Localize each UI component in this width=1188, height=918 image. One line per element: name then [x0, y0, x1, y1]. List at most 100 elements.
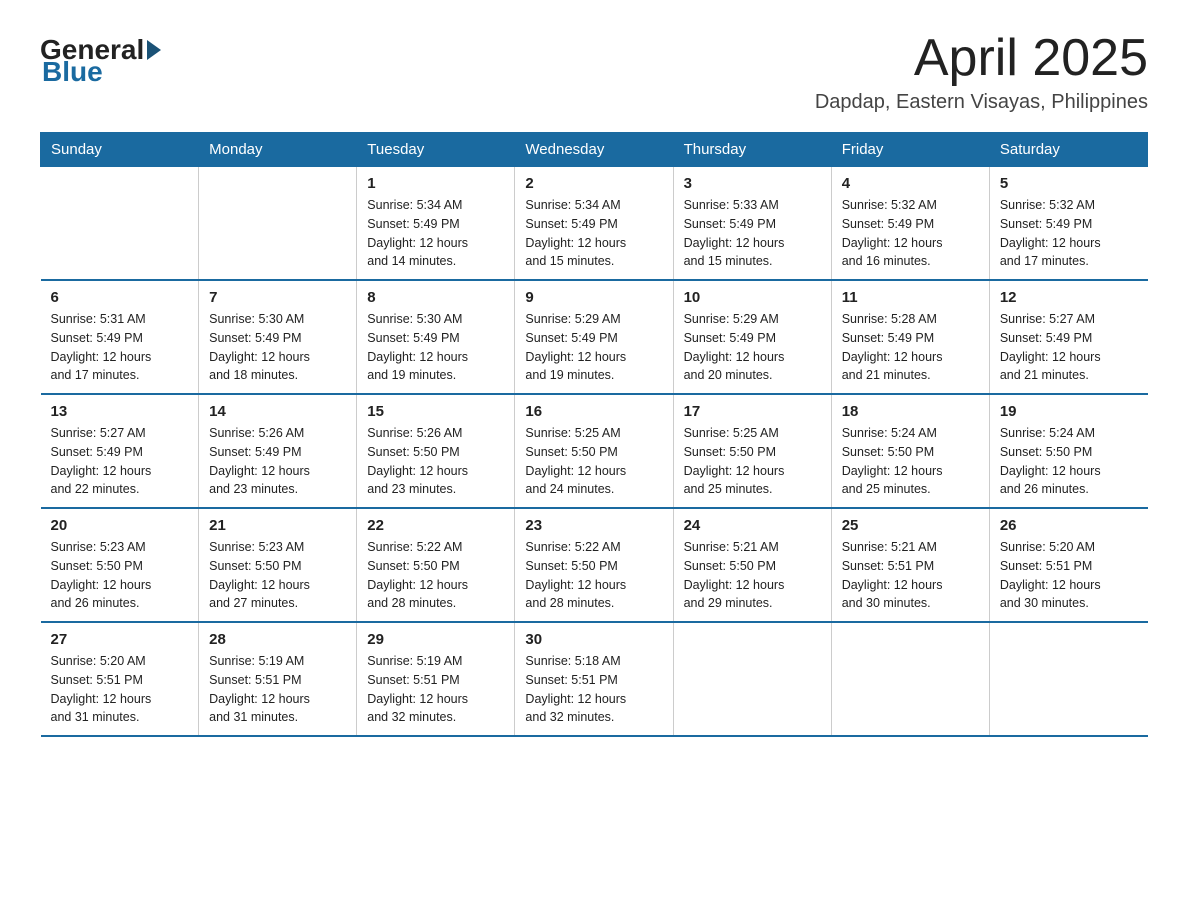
calendar-cell: 15 Sunrise: 5:26 AM Sunset: 5:50 PM Dayli… [357, 394, 515, 508]
day-info: Sunrise: 5:18 AM Sunset: 5:51 PM Dayligh… [525, 652, 662, 727]
calendar-cell: 26Sunrise: 5:20 AM Sunset: 5:51 PM Dayli… [989, 508, 1147, 622]
calendar-table: SundayMondayTuesdayWednesdayThursdayFrid… [40, 132, 1148, 737]
calendar-cell [673, 622, 831, 736]
day-number: 23 [525, 517, 662, 534]
day-info: Sunrise: 5:19 AM Sunset: 5:51 PM Dayligh… [367, 652, 504, 727]
calendar-cell: 30 Sunrise: 5:18 AM Sunset: 5:51 PM Dayli… [515, 622, 673, 736]
calendar-week-row: 13Sunrise: 5:27 AM Sunset: 5:49 PM Dayli… [41, 394, 1148, 508]
day-info: Sunrise: 5:24 AM Sunset: 5:50 PM Dayligh… [1000, 424, 1138, 499]
calendar-cell: 9 Sunrise: 5:29 AM Sunset: 5:49 PM Daylig… [515, 280, 673, 394]
calendar-cell: 18Sunrise: 5:24 AM Sunset: 5:50 PM Dayli… [831, 394, 989, 508]
page-header: General General Blue April 2025 Dapdap, … [40, 30, 1148, 114]
calendar-cell: 24Sunrise: 5:21 AM Sunset: 5:50 PM Dayli… [673, 508, 831, 622]
header-tuesday: Tuesday [357, 133, 515, 167]
calendar-cell [989, 622, 1147, 736]
day-number: 20 [51, 517, 189, 534]
calendar-week-row: 6Sunrise: 5:31 AM Sunset: 5:49 PM Daylig… [41, 280, 1148, 394]
calendar-cell: 3 Sunrise: 5:33 AM Sunset: 5:49 PM Daylig… [673, 167, 831, 281]
calendar-cell [41, 167, 199, 281]
logo: General General Blue [40, 40, 164, 88]
calendar-cell: 17 Sunrise: 5:25 AM Sunset: 5:50 PM Dayli… [673, 394, 831, 508]
day-info: Sunrise: 5:20 AM Sunset: 5:51 PM Dayligh… [51, 652, 189, 727]
day-number: 21 [209, 517, 346, 534]
header-friday: Friday [831, 133, 989, 167]
calendar-cell: 1Sunrise: 5:34 AM Sunset: 5:49 PM Daylig… [357, 167, 515, 281]
calendar-cell: 2 Sunrise: 5:34 AM Sunset: 5:49 PM Daylig… [515, 167, 673, 281]
day-number: 15 [367, 403, 504, 420]
header-saturday: Saturday [989, 133, 1147, 167]
calendar-cell: 20 Sunrise: 5:23 AM Sunset: 5:50 PM Dayli… [41, 508, 199, 622]
day-info: Sunrise: 5:25 AM Sunset: 5:50 PM Dayligh… [525, 424, 662, 499]
day-info: Sunrise: 5:23 AM Sunset: 5:50 PM Dayligh… [51, 538, 189, 613]
month-title: April 2025 [815, 30, 1148, 87]
day-info: Sunrise: 5:32 AM Sunset: 5:49 PM Dayligh… [842, 196, 979, 271]
day-info: Sunrise: 5:28 AM Sunset: 5:49 PM Dayligh… [842, 310, 979, 385]
day-info: Sunrise: 5:22 AM Sunset: 5:50 PM Dayligh… [367, 538, 504, 613]
header-monday: Monday [199, 133, 357, 167]
calendar-cell: 28Sunrise: 5:19 AM Sunset: 5:51 PM Dayli… [199, 622, 357, 736]
day-number: 9 [525, 289, 662, 306]
calendar-cell: 23 Sunrise: 5:22 AM Sunset: 5:50 PM Dayli… [515, 508, 673, 622]
calendar-cell: 27 Sunrise: 5:20 AM Sunset: 5:51 PM Dayli… [41, 622, 199, 736]
logo-triangle-icon [147, 40, 161, 60]
day-number: 4 [842, 175, 979, 192]
calendar-cell: 19 Sunrise: 5:24 AM Sunset: 5:50 PM Dayli… [989, 394, 1147, 508]
day-number: 18 [842, 403, 979, 420]
calendar-cell: 11Sunrise: 5:28 AM Sunset: 5:49 PM Dayli… [831, 280, 989, 394]
day-number: 1 [367, 175, 504, 192]
location-title: Dapdap, Eastern Visayas, Philippines [815, 91, 1148, 114]
day-info: Sunrise: 5:26 AM Sunset: 5:50 PM Dayligh… [367, 424, 504, 499]
calendar-cell: 14 Sunrise: 5:26 AM Sunset: 5:49 PM Dayli… [199, 394, 357, 508]
calendar-header-row: SundayMondayTuesdayWednesdayThursdayFrid… [41, 133, 1148, 167]
day-number: 27 [51, 631, 189, 648]
day-number: 2 [525, 175, 662, 192]
calendar-cell: 10 Sunrise: 5:29 AM Sunset: 5:49 PM Dayli… [673, 280, 831, 394]
day-info: Sunrise: 5:26 AM Sunset: 5:49 PM Dayligh… [209, 424, 346, 499]
calendar-cell: 22 Sunrise: 5:22 AM Sunset: 5:50 PM Dayli… [357, 508, 515, 622]
calendar-cell [831, 622, 989, 736]
day-info: Sunrise: 5:34 AM Sunset: 5:49 PM Dayligh… [525, 196, 662, 271]
calendar-cell: 6Sunrise: 5:31 AM Sunset: 5:49 PM Daylig… [41, 280, 199, 394]
day-number: 30 [525, 631, 662, 648]
calendar-cell: 12Sunrise: 5:27 AM Sunset: 5:49 PM Dayli… [989, 280, 1147, 394]
calendar-week-row: 27 Sunrise: 5:20 AM Sunset: 5:51 PM Dayli… [41, 622, 1148, 736]
day-number: 5 [1000, 175, 1138, 192]
calendar-cell: 5Sunrise: 5:32 AM Sunset: 5:49 PM Daylig… [989, 167, 1147, 281]
day-info: Sunrise: 5:25 AM Sunset: 5:50 PM Dayligh… [684, 424, 821, 499]
header-thursday: Thursday [673, 133, 831, 167]
day-info: Sunrise: 5:21 AM Sunset: 5:51 PM Dayligh… [842, 538, 979, 613]
day-info: Sunrise: 5:22 AM Sunset: 5:50 PM Dayligh… [525, 538, 662, 613]
day-number: 22 [367, 517, 504, 534]
day-number: 7 [209, 289, 346, 306]
day-number: 6 [51, 289, 189, 306]
day-number: 12 [1000, 289, 1138, 306]
day-number: 14 [209, 403, 346, 420]
calendar-cell: 4 Sunrise: 5:32 AM Sunset: 5:49 PM Daylig… [831, 167, 989, 281]
calendar-cell: 13Sunrise: 5:27 AM Sunset: 5:49 PM Dayli… [41, 394, 199, 508]
day-number: 3 [684, 175, 821, 192]
calendar-cell: 16 Sunrise: 5:25 AM Sunset: 5:50 PM Dayli… [515, 394, 673, 508]
day-number: 24 [684, 517, 821, 534]
day-number: 16 [525, 403, 662, 420]
day-info: Sunrise: 5:19 AM Sunset: 5:51 PM Dayligh… [209, 652, 346, 727]
day-number: 17 [684, 403, 821, 420]
day-info: Sunrise: 5:30 AM Sunset: 5:49 PM Dayligh… [367, 310, 504, 385]
day-info: Sunrise: 5:29 AM Sunset: 5:49 PM Dayligh… [684, 310, 821, 385]
day-info: Sunrise: 5:20 AM Sunset: 5:51 PM Dayligh… [1000, 538, 1138, 613]
header-wednesday: Wednesday [515, 133, 673, 167]
calendar-cell: 29Sunrise: 5:19 AM Sunset: 5:51 PM Dayli… [357, 622, 515, 736]
calendar-cell: 25 Sunrise: 5:21 AM Sunset: 5:51 PM Dayli… [831, 508, 989, 622]
day-info: Sunrise: 5:27 AM Sunset: 5:49 PM Dayligh… [51, 424, 189, 499]
day-number: 25 [842, 517, 979, 534]
calendar-cell: 21Sunrise: 5:23 AM Sunset: 5:50 PM Dayli… [199, 508, 357, 622]
calendar-week-row: 1 Sunrise: 5:34 AM Sunset: 5:49 PM Daylig… [41, 167, 1148, 281]
day-number: 19 [1000, 403, 1138, 420]
calendar-cell [199, 167, 357, 281]
day-info: Sunrise: 5:33 AM Sunset: 5:49 PM Dayligh… [684, 196, 821, 271]
calendar-cell: 7 Sunrise: 5:30 AM Sunset: 5:49 PM Daylig… [199, 280, 357, 394]
day-number: 10 [684, 289, 821, 306]
day-info: Sunrise: 5:30 AM Sunset: 5:49 PM Dayligh… [209, 310, 346, 385]
title-block: April 2025 Dapdap, Eastern Visayas, Phil… [815, 30, 1148, 114]
day-info: Sunrise: 5:29 AM Sunset: 5:49 PM Dayligh… [525, 310, 662, 385]
header-sunday: Sunday [41, 133, 199, 167]
